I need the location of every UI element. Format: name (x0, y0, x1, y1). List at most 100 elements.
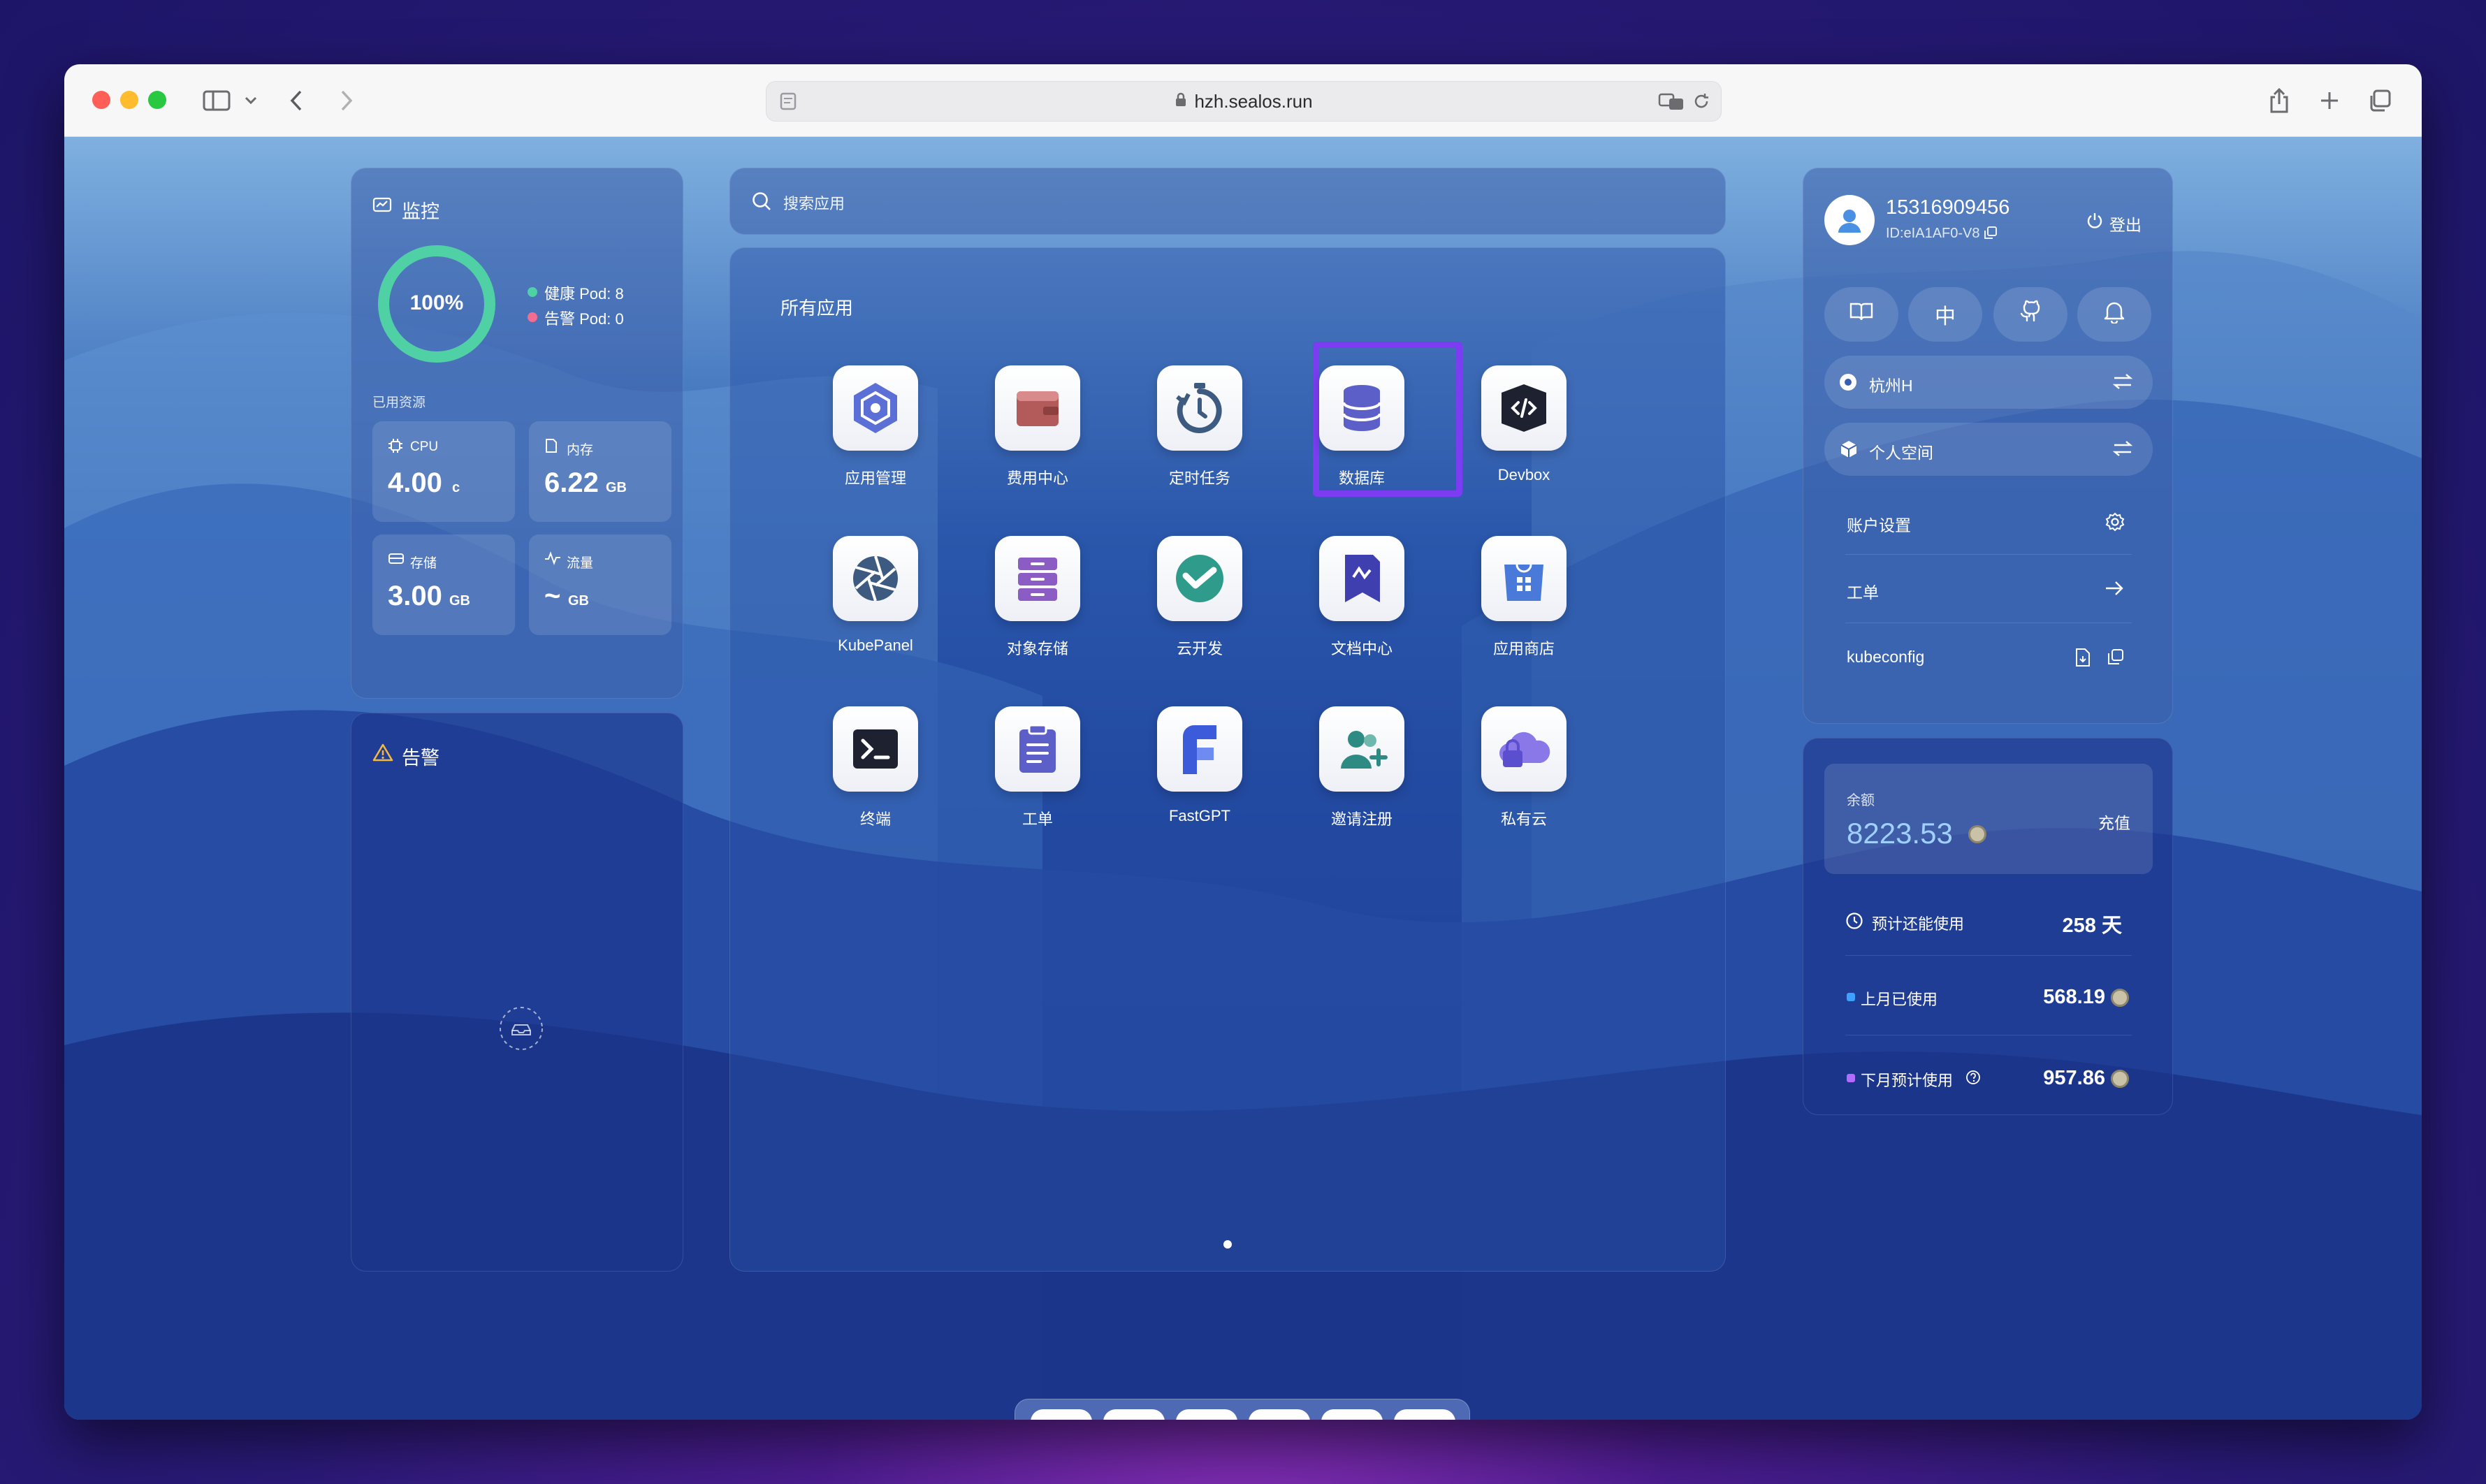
logout-button[interactable]: 登出 (2109, 212, 2142, 235)
balance-value: 8223.53 (1847, 817, 1953, 850)
next-month-label: 下月预计使用 (1861, 1072, 1954, 1089)
user-id: ID:eIA1AF0-V8 (1886, 226, 1980, 241)
alerts-title: 告警 (402, 748, 439, 769)
app-label: 工单 (1022, 810, 1053, 828)
app-invite[interactable]: 邀请注册 (1292, 706, 1432, 829)
github-icon (2019, 300, 2042, 329)
next-month-legend (1847, 1074, 1855, 1082)
dock-cron[interactable] (1249, 1409, 1310, 1420)
dock-home[interactable] (1031, 1409, 1092, 1420)
dock (1015, 1399, 1470, 1420)
bell-icon (2103, 300, 2125, 329)
app-label: 文档中心 (1330, 640, 1393, 657)
app-object-storage[interactable]: 对象存储 (968, 536, 1107, 659)
reload-icon[interactable] (1692, 92, 1711, 116)
cloud-dev-icon (1157, 536, 1242, 621)
translate-icon[interactable] (1658, 92, 1685, 116)
app-app-store[interactable]: 应用商店 (1454, 536, 1594, 659)
ticket-row[interactable]: 工单 (1824, 558, 2153, 621)
app-billing-center[interactable]: 费用中心 (968, 365, 1107, 488)
storage-value: 3.00 (388, 581, 442, 611)
app-app-manage[interactable]: 应用管理 (806, 365, 945, 488)
next-month-value: 957.86 (2043, 1067, 2105, 1089)
app-manage-icon (833, 365, 918, 451)
forward-icon[interactable] (333, 81, 361, 120)
app-cloud-dev[interactable]: 云开发 (1130, 536, 1270, 659)
download-icon[interactable] (2074, 648, 2091, 671)
app-private-cloud[interactable]: 私有云 (1454, 706, 1594, 829)
traffic-unit: GB (568, 593, 589, 609)
object-storage-icon (995, 536, 1080, 621)
tab-overview-icon[interactable] (2364, 81, 2395, 120)
copy-icon[interactable] (2107, 648, 2125, 669)
app-devbox[interactable]: Devbox (1454, 365, 1594, 484)
account-settings-row[interactable]: 账户设置 (1824, 491, 2153, 554)
minimize-window-button[interactable] (120, 91, 138, 109)
share-icon[interactable] (2264, 81, 2295, 120)
database-icon (1331, 1418, 1373, 1420)
browser-toolbar: hzh.sealos.run (64, 64, 2422, 137)
app-manage-icon (1113, 1418, 1155, 1420)
last-month-label: 上月已使用 (1861, 991, 1938, 1008)
app-kubepanel[interactable]: KubePanel (806, 536, 945, 655)
wallet-icon (1186, 1418, 1228, 1420)
copy-icon[interactable] (1984, 226, 1998, 243)
cpu-label: CPU (410, 439, 439, 454)
terminal-icon (833, 706, 918, 792)
arrow-right-icon (2104, 579, 2125, 601)
kubeconfig-label: kubeconfig (1847, 648, 1925, 666)
invite-icon (1319, 706, 1404, 792)
region-switcher[interactable]: 杭州H (1824, 356, 2153, 409)
new-tab-icon[interactable] (2314, 81, 2345, 120)
notification-button[interactable] (2077, 287, 2151, 342)
docs-button[interactable] (1824, 287, 1898, 342)
help-icon[interactable] (1965, 1070, 1981, 1089)
search-input[interactable]: 搜索应用 (783, 191, 845, 214)
language-button[interactable]: 中 (1908, 287, 1982, 342)
storage-label: 存储 (410, 556, 437, 571)
monitor-panel: 监控 100% 健康 Pod: 8 告警 Pod: 0 已用资源 CPU 4.0… (351, 168, 683, 699)
chevron-down-icon[interactable] (240, 81, 261, 120)
app-terminal[interactable]: 终端 (806, 706, 945, 829)
page-indicator-dot[interactable] (1223, 1240, 1232, 1249)
maximize-window-button[interactable] (148, 91, 166, 109)
dock-devbox[interactable] (1394, 1409, 1455, 1420)
back-icon[interactable] (282, 81, 310, 120)
dock-database[interactable] (1321, 1409, 1383, 1420)
search-bar[interactable]: 搜索应用 (729, 168, 1726, 235)
app-label: KubePanel (838, 636, 913, 654)
avatar[interactable] (1824, 195, 1875, 245)
dock-app-manage[interactable] (1103, 1409, 1165, 1420)
timer-icon (1157, 365, 1242, 451)
traffic-card: 流量 ~ GB (529, 534, 671, 635)
url-text: hzh.sealos.run (1194, 90, 1313, 112)
apps-title: 所有应用 (780, 298, 854, 319)
cpu-icon (388, 438, 403, 457)
app-docs-center[interactable]: 文档中心 (1292, 536, 1432, 659)
recharge-button[interactable]: 充值 (2098, 810, 2130, 834)
github-button[interactable] (1993, 287, 2067, 342)
page-icon (779, 92, 797, 116)
power-icon[interactable] (2086, 212, 2104, 233)
user-panel: 15316909456 ID:eIA1AF0-V8 登出 中 杭州H 个人空间 … (1803, 168, 2173, 724)
days-remaining-label: 预计还能使用 (1872, 915, 1965, 933)
coin-icon (2111, 989, 2129, 1007)
app-fastgpt[interactable]: FastGPT (1130, 706, 1270, 825)
app-ticket[interactable]: 工单 (968, 706, 1107, 829)
divider (1845, 554, 2132, 555)
app-label: 定时任务 (1168, 470, 1230, 487)
dock-billing[interactable] (1176, 1409, 1237, 1420)
language-label: 中 (1935, 305, 1956, 328)
alerts-panel: 告警 (351, 713, 683, 1272)
wallet-icon (995, 365, 1080, 451)
close-window-button[interactable] (92, 91, 110, 109)
ticket-label: 工单 (1847, 583, 1879, 602)
last-month-value: 568.19 (2043, 986, 2105, 1008)
app-database[interactable]: 数据库 (1292, 365, 1432, 488)
address-bar[interactable]: hzh.sealos.run (766, 81, 1722, 122)
memory-unit: GB (606, 480, 627, 495)
workspace-switcher[interactable]: 个人空间 (1824, 423, 2153, 476)
app-cron-jobs[interactable]: 定时任务 (1130, 365, 1270, 488)
sidebar-toggle-icon[interactable] (197, 81, 236, 120)
workspace-label: 个人空间 (1869, 444, 1933, 462)
